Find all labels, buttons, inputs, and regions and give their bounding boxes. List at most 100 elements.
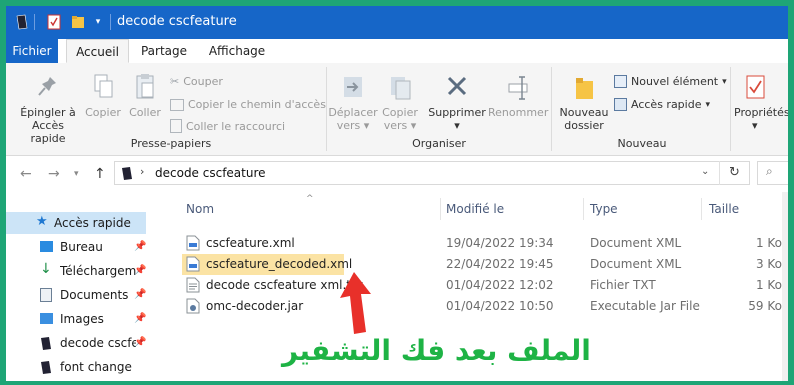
nav-item-bureau[interactable]: Bureau 📌 <box>6 236 146 258</box>
address-bar[interactable]: › decode cscfeature ⌄ ↻ <box>114 161 750 185</box>
move-to-button[interactable]: Déplacer vers ▾ <box>328 73 378 132</box>
properties-button[interactable]: Propriétés ▾ <box>734 73 788 132</box>
ribbon-separator <box>730 67 731 151</box>
address-dropdown-icon[interactable]: ⌄ <box>701 166 709 177</box>
properties-icon <box>746 75 765 99</box>
file-row[interactable]: cscfeature.xml 19/04/2022 19:34 Document… <box>182 233 782 254</box>
file-type: Fichier TXT <box>590 278 656 292</box>
explorer-window: ▾ decode cscfeature Fichier Accueil Part… <box>6 6 788 381</box>
move-label-1: Déplacer <box>328 106 378 119</box>
chevron-down-icon: ▾ <box>722 76 727 87</box>
refresh-icon[interactable]: ↻ <box>729 165 740 180</box>
up-arrow-icon[interactable]: ↑ <box>94 166 106 182</box>
nav-item-quick-access[interactable]: ★ Accès rapide <box>6 212 146 234</box>
nav-label: Images <box>60 312 104 326</box>
nav-item-documents[interactable]: Documents 📌 <box>6 284 146 306</box>
images-icon <box>40 313 53 324</box>
file-row[interactable]: decode cscfeature xml.txt 01/04/2022 12:… <box>182 275 782 296</box>
column-divider <box>583 198 584 220</box>
nav-item-images[interactable]: Images 📌 <box>6 308 146 330</box>
new-folder-label-1: Nouveau <box>559 106 609 119</box>
delete-x-icon <box>447 76 467 96</box>
new-folder-icon <box>576 78 593 99</box>
properties-label: Propriétés <box>734 106 788 119</box>
qa-customize-icon[interactable]: ▾ <box>92 14 104 30</box>
new-folder-button[interactable]: Nouveau dossier <box>556 73 612 132</box>
download-icon: ↓ <box>40 261 52 277</box>
pin-quick-access-button[interactable]: Épingler à Accès rapide <box>14 73 82 145</box>
pin-label-line2: Accès rapide <box>30 119 66 145</box>
folder-path-icon <box>121 166 133 184</box>
address-path: decode cscfeature <box>155 166 266 180</box>
navigation-bar: ← → ▾ ↑ › decode cscfeature ⌄ ↻ ⌕ <box>6 156 788 192</box>
xml-file-icon <box>186 235 200 251</box>
copy-path-icon <box>170 98 184 111</box>
desktop-icon <box>40 241 53 252</box>
move-to-icon <box>344 77 362 97</box>
jar-file-icon <box>186 298 200 314</box>
file-size: 3 Ko <box>755 257 782 271</box>
copy-to-button[interactable]: Copier vers ▾ <box>378 73 422 132</box>
column-modified[interactable]: Modifié le <box>446 202 504 216</box>
new-item-button[interactable]: Nouvel élément ▾ <box>614 75 727 88</box>
tab-accueil[interactable]: Accueil <box>66 39 129 63</box>
txt-file-icon <box>186 277 200 293</box>
paste-shortcut-icon <box>170 119 182 133</box>
file-row[interactable]: omc-decoder.jar 01/04/2022 10:50 Executa… <box>182 296 782 317</box>
nav-label: Documents <box>60 288 129 302</box>
column-type[interactable]: Type <box>590 202 618 216</box>
nav-item-font-change[interactable]: font change <box>6 356 146 378</box>
sort-chevron-icon: ^ <box>306 194 314 204</box>
recent-chevron-icon[interactable]: ▾ <box>74 169 79 179</box>
file-type: Document XML <box>590 257 682 271</box>
easy-access-button[interactable]: Accès rapide ▾ <box>614 98 710 111</box>
search-box[interactable]: ⌕ <box>757 161 788 185</box>
file-row-details: 22/04/2022 19:45 Document XML 3 Ko <box>346 254 782 275</box>
new-item-icon <box>614 75 627 88</box>
vertical-scrollbar[interactable] <box>782 192 788 381</box>
new-folder-label-2: dossier <box>564 119 604 132</box>
nav-label: decode cscfeature <box>60 336 136 350</box>
copy-path-button[interactable]: Copier le chemin d'accès <box>170 98 326 111</box>
star-icon: ★ <box>36 214 48 229</box>
cut-button[interactable]: ✂ Couper <box>170 75 223 88</box>
delete-button[interactable]: Supprimer ▾ <box>426 73 488 132</box>
pin-icon: 📌 <box>134 241 147 252</box>
easy-access-icon <box>614 98 627 111</box>
column-size[interactable]: Taille <box>709 202 739 216</box>
tab-affichage[interactable]: Affichage <box>202 39 272 63</box>
paste-button[interactable]: Coller <box>126 73 164 119</box>
copy-icon <box>94 74 113 98</box>
file-size: 59 Ko <box>748 299 782 313</box>
paste-shortcut-button[interactable]: Coller le raccourci <box>170 119 285 133</box>
copy-to-icon <box>391 77 411 100</box>
rename-button[interactable]: Renommer <box>488 73 548 119</box>
app-icon <box>16 14 28 30</box>
tab-partage[interactable]: Partage <box>136 39 192 63</box>
nav-item-decode-cscfeature[interactable]: decode cscfeature 📌 <box>6 332 146 354</box>
ribbon-separator <box>551 67 552 151</box>
file-size: 1 Ko <box>755 278 782 292</box>
search-icon: ⌕ <box>766 164 773 178</box>
properties-qa-icon[interactable] <box>46 14 62 30</box>
paste-label: Coller <box>129 106 161 119</box>
nav-item-telechargements[interactable]: ↓ Téléchargements 📌 <box>6 260 146 282</box>
xml-file-icon <box>186 256 200 272</box>
back-arrow-icon[interactable]: ← <box>20 166 32 182</box>
new-folder-qa-icon[interactable] <box>70 14 86 30</box>
column-divider <box>701 198 702 220</box>
copy-button[interactable]: Copier <box>84 73 122 119</box>
move-label-2: vers <box>336 119 361 132</box>
file-modified: 01/04/2022 10:50 <box>446 299 554 313</box>
tab-fichier[interactable]: Fichier <box>6 39 58 63</box>
file-name: omc-decoder.jar <box>206 299 304 313</box>
paste-shortcut-label: Coller le raccourci <box>186 119 286 133</box>
file-row-highlighted[interactable]: cscfeature_decoded.xml <box>182 254 352 275</box>
pin-icon <box>38 77 56 96</box>
documents-icon <box>40 288 52 302</box>
copy-label: Copier <box>85 106 121 119</box>
folder-icon <box>40 336 54 350</box>
forward-arrow-icon[interactable]: → <box>48 166 60 182</box>
paste-icon <box>136 74 154 99</box>
column-name[interactable]: Nom <box>186 202 214 216</box>
